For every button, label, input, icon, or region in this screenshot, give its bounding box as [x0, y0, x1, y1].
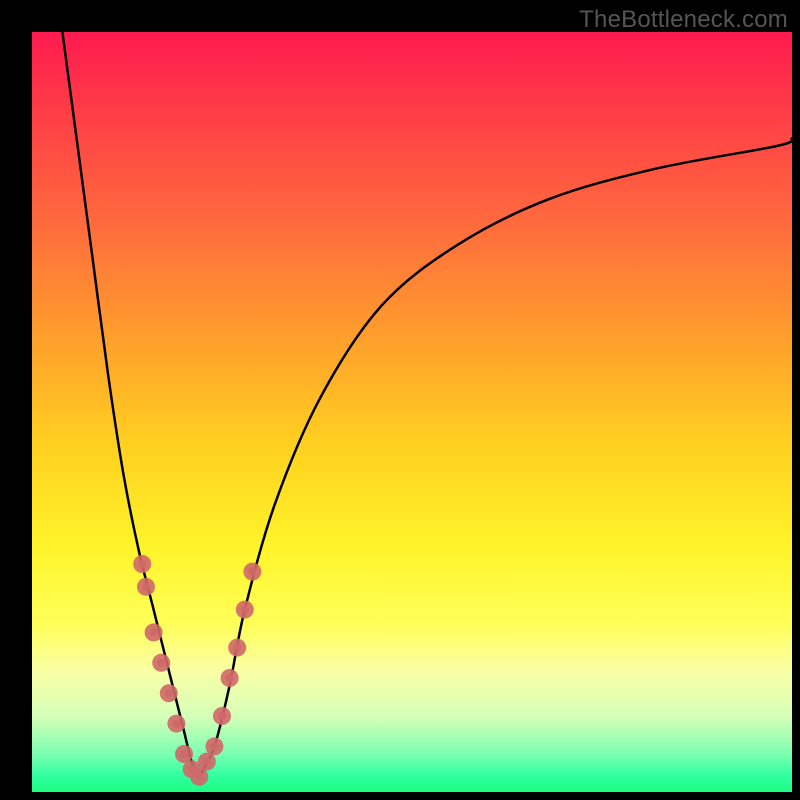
markers-group [133, 555, 261, 786]
data-marker-core [203, 758, 211, 766]
data-marker-core [165, 689, 173, 697]
data-marker-core [233, 644, 241, 652]
data-marker-core [195, 773, 203, 781]
curve-group [62, 32, 792, 777]
left-branch-curve [62, 32, 199, 777]
data-marker-core [241, 606, 249, 614]
data-marker-core [172, 720, 180, 728]
data-marker-core [210, 742, 218, 750]
plot-area [32, 32, 792, 792]
data-marker-core [218, 712, 226, 720]
data-marker-core [150, 628, 158, 636]
watermark-text: TheBottleneck.com [579, 6, 788, 34]
curve-layer [32, 32, 792, 792]
data-marker-core [248, 568, 256, 576]
data-marker-core [157, 659, 165, 667]
data-marker-core [226, 674, 234, 682]
chart-frame: TheBottleneck.com [0, 0, 800, 800]
data-marker-core [142, 583, 150, 591]
data-marker-core [180, 750, 188, 758]
right-branch-curve [199, 138, 792, 776]
data-marker-core [138, 560, 146, 568]
